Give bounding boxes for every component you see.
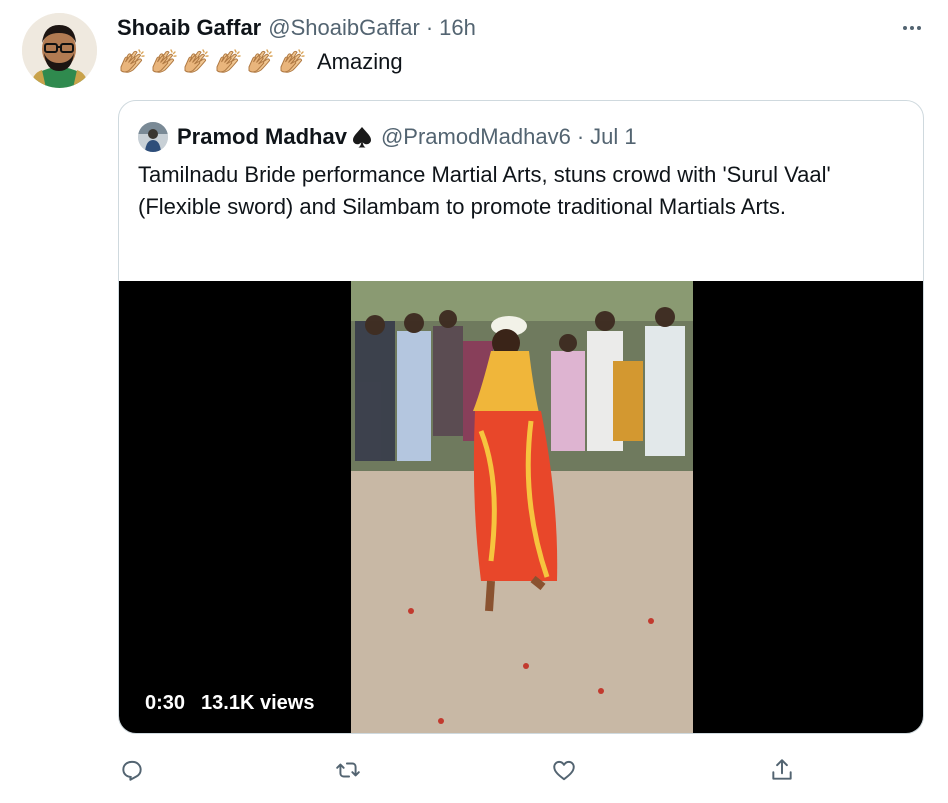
avatar-image [22, 13, 97, 88]
author-avatar[interactable] [22, 13, 97, 88]
tweet-text-amazing: Amazing [317, 49, 403, 74]
share-button[interactable] [766, 754, 798, 786]
tweet-header: Shoaib Gaffar @ShoaibGaffar · 16h [117, 12, 928, 44]
more-options-button[interactable] [898, 16, 926, 40]
like-button[interactable] [548, 754, 580, 786]
tweet-text: Amazing [117, 44, 928, 80]
separator-dot: · [425, 15, 434, 40]
quoted-author-avatar [138, 122, 168, 152]
video-frame [351, 281, 693, 733]
reply-button[interactable] [116, 754, 148, 786]
clapping-hands-emoji [216, 49, 241, 73]
clapping-hands-emoji [248, 49, 273, 73]
reply-icon [122, 760, 142, 781]
like-icon [553, 760, 575, 781]
video-thumbnail [351, 281, 693, 733]
separator-dot: · [576, 124, 585, 149]
more-dot-icon [917, 26, 921, 30]
quoted-avatar-image [138, 122, 168, 152]
author-display-name[interactable]: Shoaib Gaffar [117, 15, 261, 41]
tweet-action-bar [118, 754, 798, 786]
tweet-content: Shoaib Gaffar @ShoaibGaffar · 16h Amazin… [117, 12, 928, 80]
video-views: 13.1K views [201, 692, 315, 714]
retweet-icon [336, 762, 360, 778]
clapping-hands-emoji [152, 49, 177, 73]
share-icon [772, 759, 792, 780]
quoted-author-display-name: Pramod Madhav [177, 124, 347, 149]
clapping-hands-emoji [280, 49, 305, 73]
retweet-button[interactable] [332, 754, 364, 786]
quoted-tweet-date: Jul 1 [590, 124, 637, 149]
quoted-tweet-header: Pramod Madhav @PramodMadhav6 · Jul 1 [138, 121, 637, 153]
more-dot-icon [910, 26, 914, 30]
quoted-tweet-text: Tamilnadu Bride performance Martial Arts… [138, 162, 831, 219]
clapping-hands-emoji [184, 49, 209, 73]
spade-icon [352, 127, 371, 148]
video-meta: 0:30 13.1K views [145, 692, 314, 715]
quoted-author-handle: @PramodMadhav6 [380, 124, 571, 149]
clapping-hands-emojis [117, 47, 307, 77]
tweet-timestamp[interactable]: 16h [439, 15, 476, 41]
video-duration: 0:30 [145, 692, 186, 714]
author-handle[interactable]: @ShoaibGaffar [268, 15, 420, 41]
quoted-tweet-card[interactable]: Pramod Madhav @PramodMadhav6 · Jul 1 Tam… [118, 100, 924, 734]
clapping-hands-emoji [120, 49, 145, 73]
video-player[interactable]: 0:30 13.1K views [119, 281, 923, 733]
more-dot-icon [903, 26, 907, 30]
